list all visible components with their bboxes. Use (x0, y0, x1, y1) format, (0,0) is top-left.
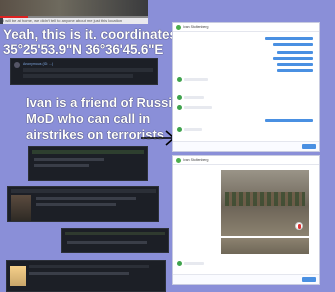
sent-message (273, 57, 313, 60)
record-icon[interactable] (295, 222, 303, 230)
post-text-line (23, 68, 153, 72)
contact-avatar-icon (177, 261, 182, 266)
chat-post-2 (28, 146, 148, 181)
sent-message (265, 37, 313, 40)
messenger-header: Ivan Stoltenberg (173, 156, 319, 165)
chat-post-3 (7, 186, 159, 222)
post-header (29, 265, 149, 268)
post-image[interactable] (11, 195, 31, 221)
received-message (184, 106, 212, 109)
post-image[interactable] (10, 266, 26, 286)
record-dot (298, 224, 301, 229)
contact-avatar-icon (177, 95, 182, 100)
chat-post-4 (61, 228, 169, 253)
sent-message (277, 51, 313, 54)
video-frame (0, 0, 148, 16)
send-button[interactable] (302, 277, 316, 282)
send-button[interactable] (302, 144, 316, 149)
sent-message (265, 119, 313, 122)
post-text-line (29, 272, 129, 275)
contact-name[interactable]: Ivan Stoltenberg (183, 158, 209, 162)
post-text-line (23, 74, 133, 78)
caption-ivan-line-2: MoD who can call in (26, 111, 151, 126)
contact-avatar-icon (177, 127, 182, 132)
contact-avatar-icon (177, 105, 182, 110)
message-input[interactable] (173, 141, 319, 151)
post-text-line (36, 197, 136, 200)
caption-coordinates-value: 35°25'53.9"N 36°36'45.6"E (3, 42, 164, 57)
messenger-window-1: Ivan Stoltenberg (172, 22, 320, 152)
messenger-header: Ivan Stoltenberg (173, 23, 319, 32)
sent-message (273, 43, 313, 46)
received-message (184, 96, 204, 99)
received-message (184, 78, 208, 81)
shared-photo-2[interactable] (221, 238, 309, 254)
sent-message (277, 63, 313, 66)
contact-name[interactable]: Ivan Stoltenberg (183, 25, 209, 29)
avatar (14, 62, 20, 68)
contact-avatar-icon (177, 77, 182, 82)
post-text-line (34, 164, 89, 167)
message-input[interactable] (173, 274, 319, 284)
messenger-window-2: Ivan Stoltenberg (172, 155, 320, 285)
post-header (32, 150, 144, 154)
post-text-line (67, 241, 147, 244)
chat-post-1: Anonymous (ID: ...) (10, 58, 158, 85)
post-username[interactable]: Anonymous (ID: ...) (23, 62, 53, 66)
photo-content (225, 192, 305, 206)
online-status-icon (176, 158, 181, 163)
post-header (11, 189, 156, 193)
chat-post-5 (6, 260, 166, 292)
received-message (184, 128, 202, 131)
video-overlay-text: I will be at home, we didn't tell to any… (3, 18, 148, 24)
arrow-icon (141, 130, 176, 146)
post-header (65, 232, 165, 235)
video-strip: I will be at home, we didn't tell to any… (0, 0, 148, 24)
online-status-icon (176, 25, 181, 30)
post-text-line (34, 158, 104, 161)
sent-message (277, 69, 313, 72)
received-message (184, 262, 204, 265)
caption-ivan-line-1: Ivan is a friend of Russia's (26, 95, 190, 110)
post-text-line (36, 203, 116, 206)
